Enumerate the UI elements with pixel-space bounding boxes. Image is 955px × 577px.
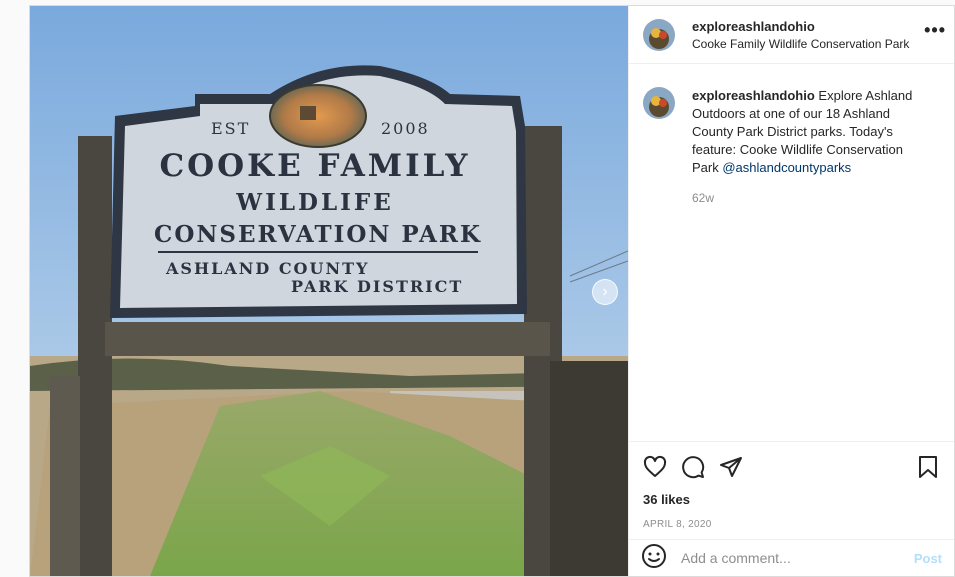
caption-row: exploreashlandohio Explore Ashland Outdo…: [643, 87, 940, 177]
sign-line-1: COOKE FAMILY: [159, 148, 470, 184]
post-header: exploreashlandohio Cooke Family Wildlife…: [629, 6, 954, 64]
post-card: EST 2008 COOKE FAMILY WILDLIFE CONSERVAT…: [29, 5, 955, 577]
chevron-right-icon: ›: [602, 283, 608, 300]
comments-section: exploreashlandohio Explore Ashland Outdo…: [629, 65, 954, 441]
more-options-icon[interactable]: •••: [924, 20, 946, 41]
caption: exploreashlandohio Explore Ashland Outdo…: [692, 87, 932, 177]
sign-line-4: ASHLAND COUNTY: [165, 259, 369, 278]
caption-username[interactable]: exploreashlandohio: [692, 88, 815, 103]
page-gutter: [0, 0, 29, 577]
avatar[interactable]: [643, 18, 675, 51]
post-comment-button[interactable]: Post: [914, 551, 942, 566]
post-photo[interactable]: EST 2008 COOKE FAMILY WILDLIFE CONSERVAT…: [30, 6, 628, 576]
sign-est: EST: [211, 119, 250, 138]
comment-box: Post: [629, 539, 954, 576]
post-actions: 36 likes APRIL 8, 2020: [629, 441, 954, 539]
header-location[interactable]: Cooke Family Wildlife Conservation Park: [692, 37, 909, 51]
comment-input[interactable]: [681, 550, 914, 566]
caption-time: 62w: [692, 191, 715, 205]
sign-line-2: WILDLIFE: [235, 189, 394, 216]
avatar-image: [643, 18, 675, 51]
bookmark-icon[interactable]: [916, 455, 940, 479]
caption-avatar[interactable]: [643, 87, 675, 119]
park-sign-photo: EST 2008 COOKE FAMILY WILDLIFE CONSERVAT…: [30, 6, 628, 576]
emoji-icon[interactable]: [641, 543, 667, 574]
sign-line-3: CONSERVATION PARK: [154, 221, 482, 248]
avatar-image: [643, 87, 675, 119]
sign-year: 2008: [381, 119, 430, 138]
like-count[interactable]: 36 likes: [643, 492, 940, 507]
caption-mention[interactable]: @ashlandcountyparks: [722, 160, 851, 175]
header-username[interactable]: exploreashlandohio: [692, 19, 909, 34]
next-photo-button[interactable]: ›: [592, 279, 618, 305]
post-date: APRIL 8, 2020: [643, 519, 712, 530]
comment-icon[interactable]: [681, 455, 705, 479]
sign-line-5: PARK DISTRICT: [291, 277, 463, 296]
heart-icon[interactable]: [643, 455, 667, 479]
post-sidebar: exploreashlandohio Cooke Family Wildlife…: [628, 6, 954, 576]
share-icon[interactable]: [719, 455, 743, 479]
